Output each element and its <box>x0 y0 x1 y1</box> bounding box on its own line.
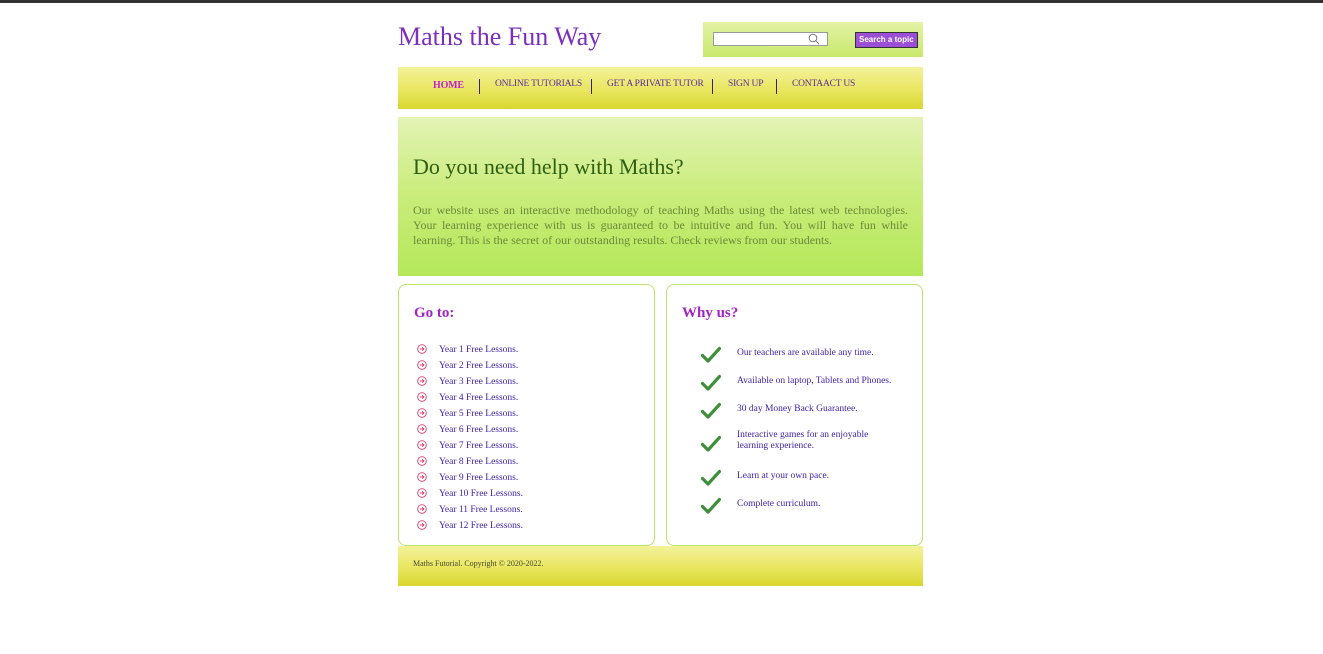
check-icon <box>701 435 721 452</box>
hero-title: Do you need help with Maths? <box>413 154 684 179</box>
reason-text: Complete curriculum. <box>737 499 821 509</box>
nav-separator <box>591 79 592 94</box>
nav-private-tutor[interactable]: GET A PRIVATE TUTOR <box>607 79 704 89</box>
lesson-label: Year 6 Free Lessons. <box>439 425 519 435</box>
lesson-link-year-3[interactable]: Year 3 Free Lessons. <box>417 374 523 390</box>
lesson-link-year-8[interactable]: Year 8 Free Lessons. <box>417 454 523 470</box>
nav-contact-us[interactable]: CONTAACT US <box>792 79 855 89</box>
nav-sign-up[interactable]: SIGN UP <box>728 79 763 89</box>
check-icon <box>701 374 721 391</box>
lesson-link-year-12[interactable]: Year 12 Free Lessons. <box>417 518 523 534</box>
lesson-link-year-11[interactable]: Year 11 Free Lessons. <box>417 502 523 518</box>
nav-home[interactable]: HOME <box>433 80 464 91</box>
reason-text: Learn at your own pace. <box>737 471 830 481</box>
nav-separator <box>479 79 480 94</box>
arrow-circle-icon <box>417 488 427 498</box>
lesson-link-year-9[interactable]: Year 9 Free Lessons. <box>417 470 523 486</box>
lesson-link-year-5[interactable]: Year 5 Free Lessons. <box>417 406 523 422</box>
check-icon <box>701 469 721 486</box>
reason-text: 30 day Money Back Guarantee. <box>737 404 858 414</box>
reason-text: Interactive games for an enjoyable learn… <box>737 430 869 451</box>
lesson-label: Year 10 Free Lessons. <box>439 489 523 499</box>
lesson-label: Year 11 Free Lessons. <box>439 505 523 515</box>
nav-separator <box>712 79 713 94</box>
lesson-label: Year 2 Free Lessons. <box>439 361 519 371</box>
lesson-label: Year 9 Free Lessons. <box>439 473 519 483</box>
hero-banner: Do you need help with Maths? Our website… <box>398 117 923 276</box>
check-icon <box>701 402 721 419</box>
arrow-circle-icon <box>417 360 427 370</box>
search-button[interactable]: Search a topic <box>855 32 918 48</box>
arrow-circle-icon <box>417 456 427 466</box>
arrow-circle-icon <box>417 344 427 354</box>
reason-text: Our teachers are available any time. <box>737 348 874 358</box>
arrow-circle-icon <box>417 504 427 514</box>
arrow-circle-icon <box>417 520 427 530</box>
site-title: Maths the Fun Way <box>398 22 602 51</box>
arrow-circle-icon <box>417 424 427 434</box>
lesson-label: Year 8 Free Lessons. <box>439 457 519 467</box>
lesson-label: Year 12 Free Lessons. <box>439 521 523 531</box>
why-us-panel: Why us? Our teachers are available any t… <box>666 284 923 546</box>
lesson-link-year-4[interactable]: Year 4 Free Lessons. <box>417 390 523 406</box>
top-border <box>0 0 1323 3</box>
lesson-label: Year 7 Free Lessons. <box>439 441 519 451</box>
lesson-link-year-6[interactable]: Year 6 Free Lessons. <box>417 422 523 438</box>
check-icon <box>701 497 721 514</box>
lesson-link-year-10[interactable]: Year 10 Free Lessons. <box>417 486 523 502</box>
why-us-title: Why us? <box>682 305 739 321</box>
lesson-list: Year 1 Free Lessons. Year 2 Free Lessons… <box>417 342 523 534</box>
lesson-label: Year 1 Free Lessons. <box>439 345 519 355</box>
lesson-label: Year 4 Free Lessons. <box>439 393 519 403</box>
hero-text: Our website uses an interactive methodol… <box>413 203 908 247</box>
lesson-link-year-7[interactable]: Year 7 Free Lessons. <box>417 438 523 454</box>
goto-title: Go to: <box>414 305 455 321</box>
arrow-circle-icon <box>417 408 427 418</box>
lesson-label: Year 5 Free Lessons. <box>439 409 519 419</box>
arrow-circle-icon <box>417 376 427 386</box>
arrow-circle-icon <box>417 472 427 482</box>
check-icon <box>701 346 721 363</box>
nav-online-tutorials[interactable]: ONLINE TUTORIALS <box>495 79 582 89</box>
goto-panel: Go to: Year 1 Free Lessons. Year 2 Free … <box>398 284 655 546</box>
reason-text: Available on laptop, Tablets and Phones. <box>737 376 892 386</box>
copyright-text: Maths Futorial. Copyright © 2020-2022. <box>413 559 544 568</box>
lesson-link-year-2[interactable]: Year 2 Free Lessons. <box>417 358 523 374</box>
nav-separator <box>776 79 777 94</box>
lesson-label: Year 3 Free Lessons. <box>439 377 519 387</box>
arrow-circle-icon <box>417 392 427 402</box>
search-icon[interactable] <box>808 33 820 45</box>
footer: Maths Futorial. Copyright © 2020-2022. <box>398 546 923 586</box>
search-box: Search a topic <box>703 22 923 57</box>
arrow-circle-icon <box>417 440 427 450</box>
main-nav: HOME ONLINE TUTORIALS GET A PRIVATE TUTO… <box>398 67 923 109</box>
lesson-link-year-1[interactable]: Year 1 Free Lessons. <box>417 342 523 358</box>
